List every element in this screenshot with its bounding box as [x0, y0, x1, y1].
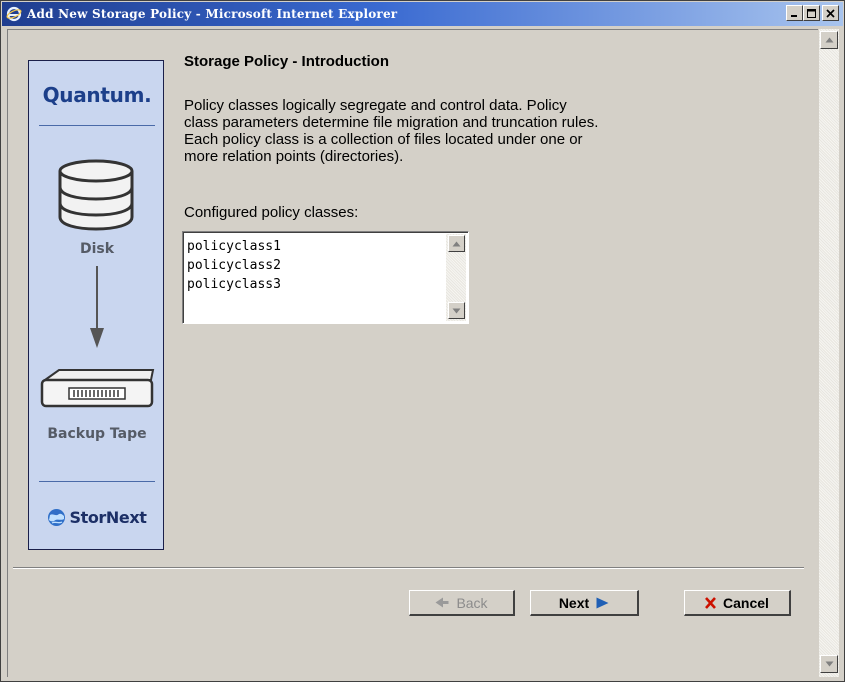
up-arrow-icon — [452, 241, 461, 246]
list-item[interactable]: policyclass1 — [187, 237, 281, 256]
minimize-icon — [791, 14, 797, 17]
maximize-button[interactable] — [803, 5, 820, 21]
up-arrow-icon — [825, 37, 833, 43]
cancel-button[interactable]: Cancel — [684, 590, 791, 616]
down-arrow-icon — [90, 266, 104, 348]
scroll-up-button[interactable] — [820, 31, 838, 49]
scroll-down-button[interactable] — [820, 655, 838, 673]
stornext-label: StorNext — [69, 508, 147, 527]
footer-divider — [13, 567, 804, 569]
quantum-logo: Quantum. — [42, 83, 152, 107]
backup-tape-icon — [40, 369, 155, 408]
window-title: Add New Storage Policy - Microsoft Inter… — [27, 7, 398, 21]
minimize-button[interactable] — [786, 5, 803, 21]
cancel-x-icon — [705, 596, 716, 609]
stornext-logo: StorNext — [29, 508, 165, 527]
next-button[interactable]: Next — [530, 590, 639, 616]
back-button-label: Back — [456, 594, 488, 611]
cancel-button-label: Cancel — [723, 594, 769, 611]
close-icon — [826, 8, 835, 18]
policy-classes-listbox[interactable]: policyclass1 policyclass2 policyclass3 — [182, 231, 469, 324]
page-title: Storage Policy - Introduction — [184, 53, 390, 70]
backup-tape-label: Backup Tape — [47, 426, 147, 442]
down-arrow-icon — [825, 661, 833, 667]
wizard-sidebar: Quantum. Disk Backup Tape StorNext — [28, 60, 164, 550]
intro-line: more relation points (directories). — [184, 148, 404, 165]
next-button-label: Next — [558, 594, 590, 611]
page-scrollbar[interactable] — [819, 29, 839, 677]
maximize-icon — [807, 8, 816, 18]
left-arrow-icon — [435, 597, 449, 608]
intro-text: Policy classes logically segregate and c… — [184, 97, 744, 165]
policy-classes-label: Configured policy classes: — [184, 204, 359, 221]
internet-explorer-icon — [6, 6, 22, 22]
listbox-scrollbar[interactable] — [446, 234, 466, 321]
right-arrow-icon — [596, 597, 609, 608]
sidebar-divider-bottom — [39, 481, 155, 482]
globe-icon — [48, 509, 66, 526]
listbox-scroll-down-button[interactable] — [448, 302, 465, 319]
disk-label: Disk — [79, 241, 115, 257]
browser-window: Add New Storage Policy - Microsoft Inter… — [0, 0, 845, 682]
intro-line: class parameters determine file migratio… — [184, 114, 599, 131]
down-arrow-icon — [452, 308, 461, 313]
close-button[interactable] — [822, 5, 839, 21]
back-button[interactable]: Back — [409, 590, 515, 616]
list-item[interactable]: policyclass2 — [187, 256, 281, 275]
title-bar[interactable]: Add New Storage Policy - Microsoft Inter… — [2, 2, 843, 26]
list-item[interactable]: policyclass3 — [187, 275, 281, 294]
intro-line: Policy classes logically segregate and c… — [184, 97, 567, 114]
listbox-scroll-up-button[interactable] — [448, 235, 465, 252]
disk-icon — [58, 159, 134, 231]
intro-line: Each policy class is a collection of fil… — [184, 131, 583, 148]
sidebar-divider-top — [39, 125, 155, 126]
